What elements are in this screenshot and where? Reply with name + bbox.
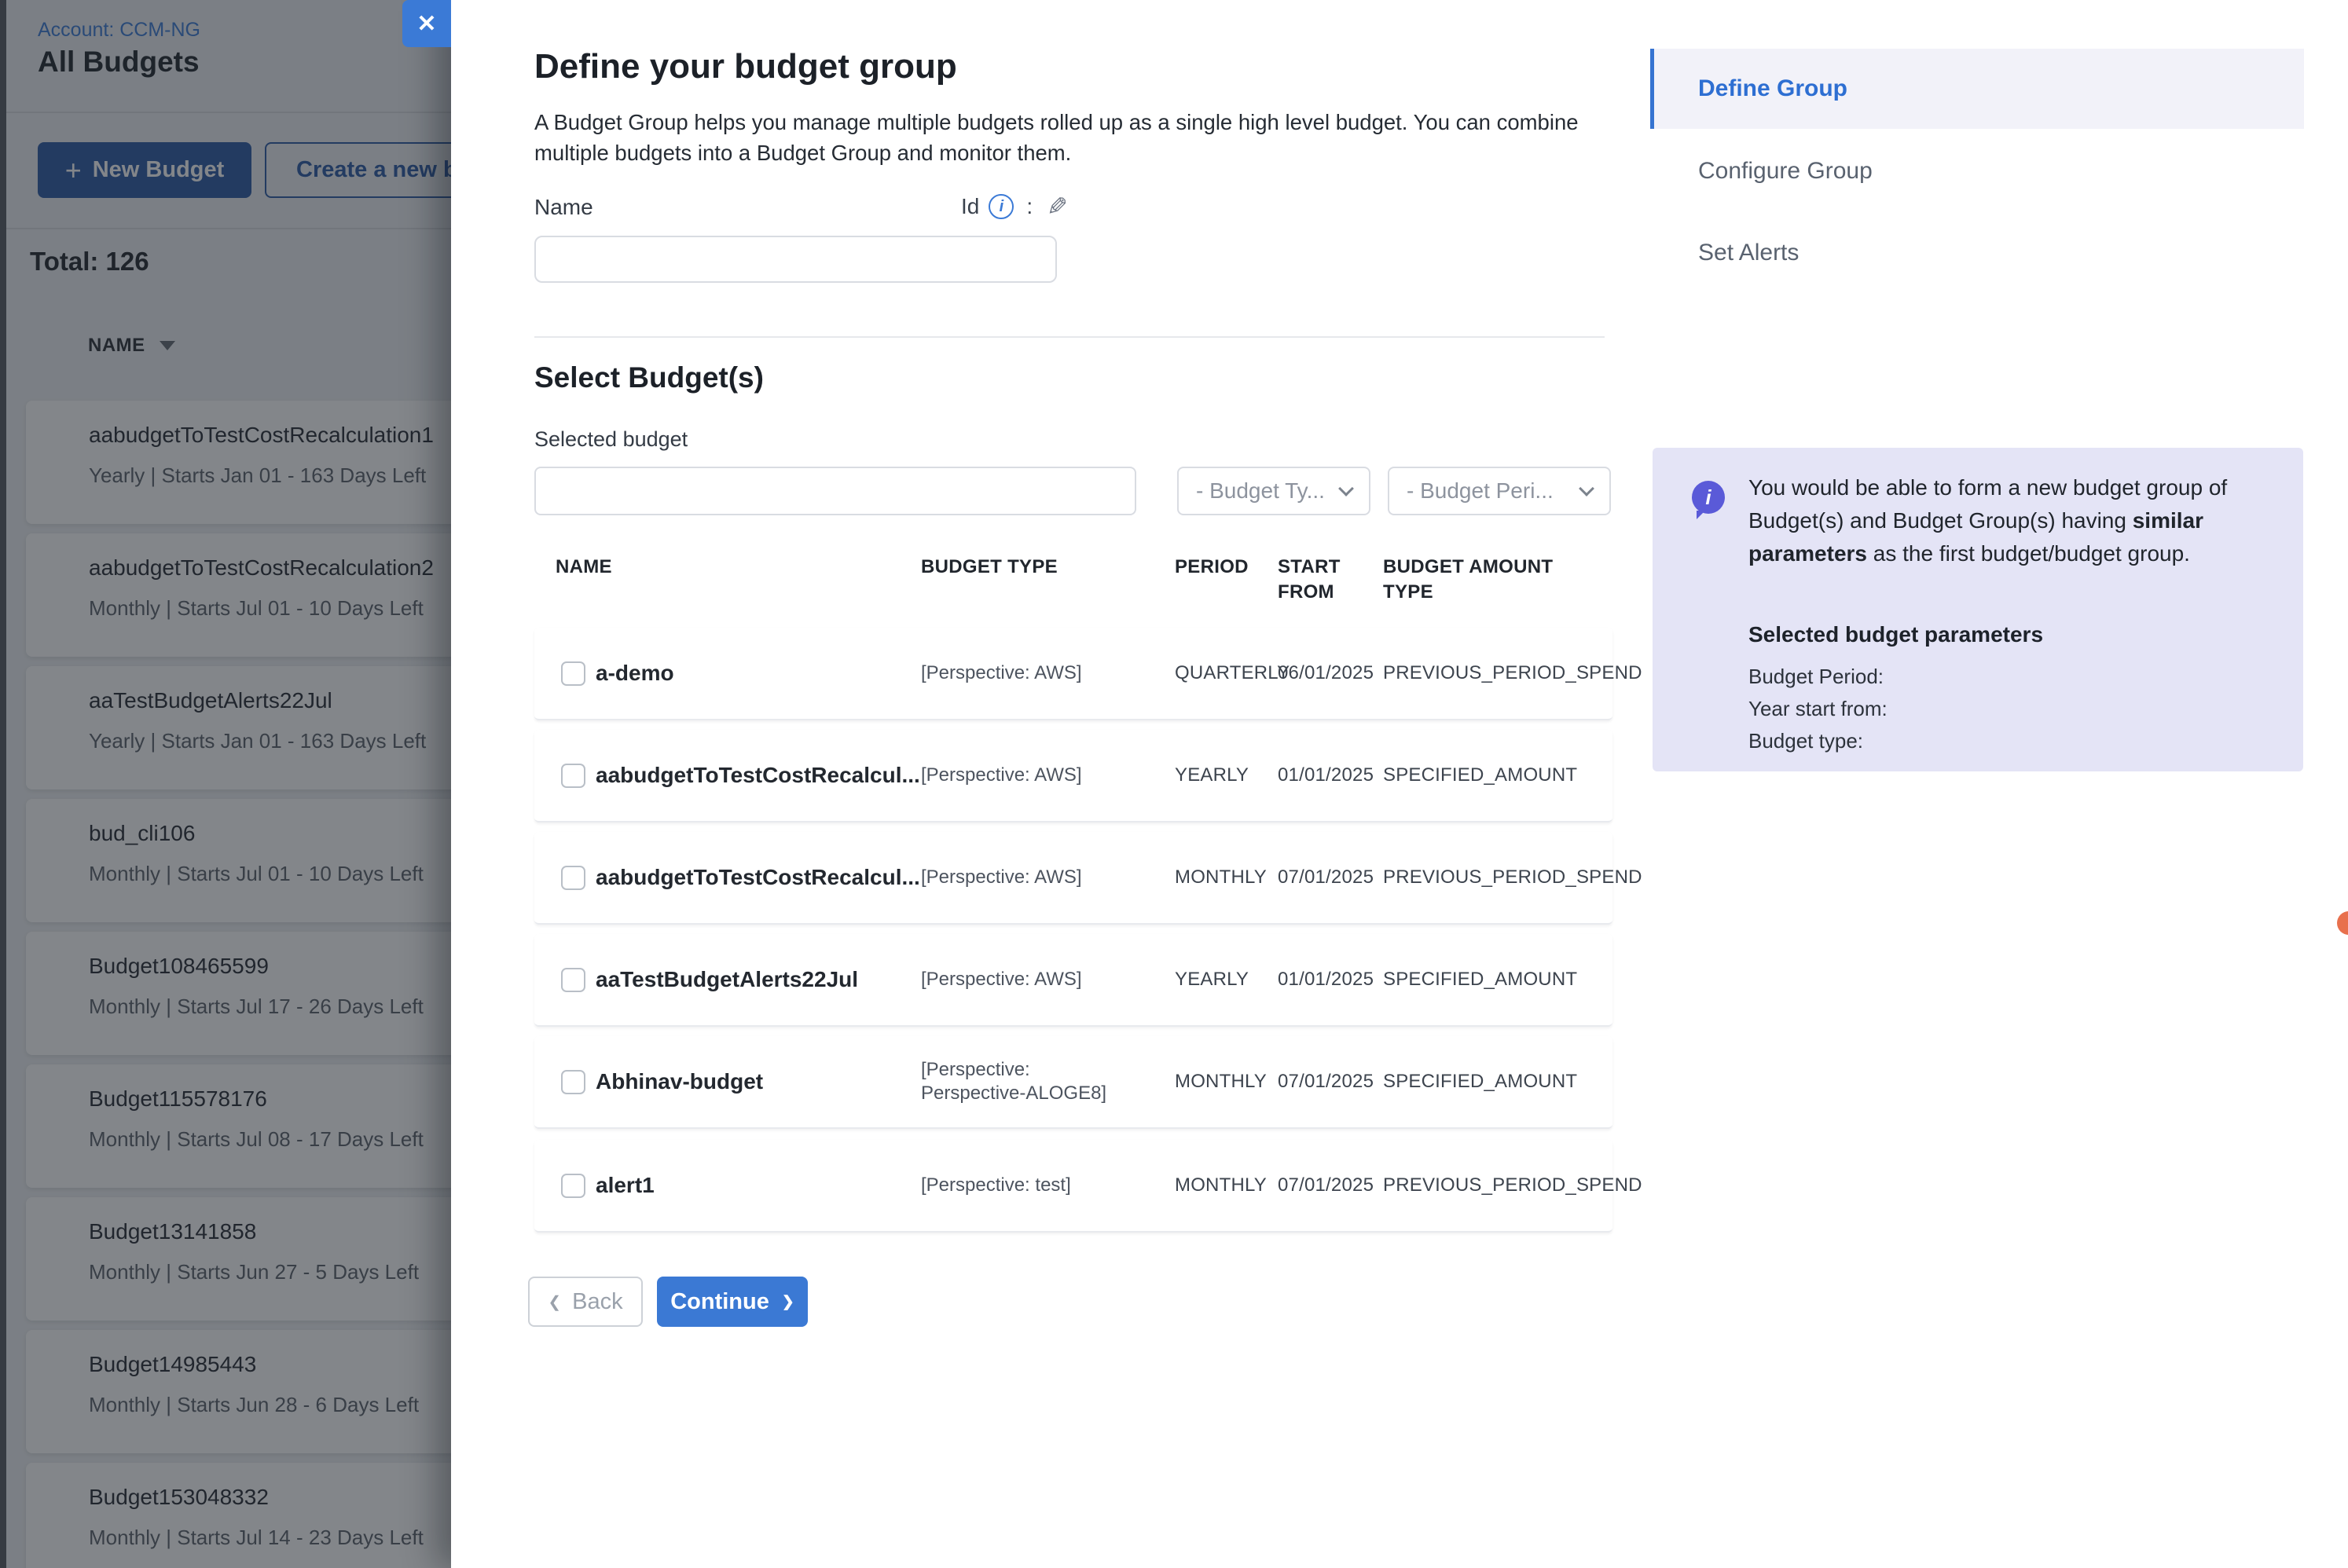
row-start: 06/01/2025 [1278, 628, 1374, 719]
param-year-start: Year start from: [1748, 697, 1888, 721]
budget-period-select[interactable]: - Budget Peri... [1388, 467, 1611, 515]
row-amount: PREVIOUS_PERIOD_SPEND [1383, 832, 1642, 923]
row-amount: PREVIOUS_PERIOD_SPEND [1383, 628, 1642, 719]
step-label: Configure Group [1698, 158, 1873, 185]
budget-type-select[interactable]: - Budget Ty... [1177, 467, 1370, 515]
row-type: [Perspective: AWS] [921, 730, 1110, 821]
row-period: QUARTERLY [1175, 628, 1290, 719]
row-name: aabudgetToTestCostRecalcul... [596, 730, 920, 821]
budget-type-select-value: - Budget Ty... [1196, 478, 1325, 504]
info-text-part2: as the first budget/budget group. [1867, 541, 2190, 566]
row-checkbox[interactable] [561, 661, 585, 686]
step-set-alerts[interactable]: Set Alerts [1698, 237, 1799, 269]
modal-title: Define your budget group [534, 47, 957, 86]
step-configure-group[interactable]: Configure Group [1698, 156, 1873, 187]
row-start: 07/01/2025 [1278, 832, 1374, 923]
info-icon-glyph: i [1705, 485, 1711, 510]
row-start: 07/01/2025 [1278, 1140, 1374, 1231]
back-button[interactable]: ❮ Back [528, 1277, 643, 1327]
table-row[interactable]: aabudgetToTestCostRecalcul... [Perspecti… [534, 832, 1612, 925]
param-budget-period: Budget Period: [1748, 665, 1884, 689]
id-info-icon[interactable]: i [989, 194, 1014, 219]
close-button[interactable]: ✕ [402, 0, 451, 47]
col-header-start: START FROM [1278, 555, 1372, 605]
row-amount: SPECIFIED_AMOUNT [1383, 730, 1577, 821]
id-label: Id [961, 194, 979, 219]
table-row[interactable]: a-demo [Perspective: AWS] QUARTERLY 06/0… [534, 628, 1612, 720]
chevron-down-icon [1338, 481, 1354, 496]
info-subtitle: Selected budget parameters [1748, 622, 2043, 647]
edit-id-icon[interactable]: ✎ [1047, 192, 1068, 222]
row-name: Abhinav-budget [596, 1036, 763, 1127]
row-name: alert1 [596, 1140, 655, 1231]
row-amount: PREVIOUS_PERIOD_SPEND [1383, 1140, 1642, 1231]
row-period: MONTHLY [1175, 832, 1267, 923]
select-budgets-title: Select Budget(s) [534, 361, 764, 394]
row-checkbox[interactable] [561, 1070, 585, 1094]
continue-label: Continue [670, 1289, 769, 1315]
row-start: 01/01/2025 [1278, 934, 1374, 1025]
row-type: [Perspective: AWS] [921, 934, 1110, 1025]
name-label: Name [534, 195, 593, 220]
step-label: Set Alerts [1698, 240, 1799, 266]
row-checkbox[interactable] [561, 968, 585, 992]
row-period: YEARLY [1175, 934, 1249, 1025]
id-colon: : [1026, 194, 1033, 219]
chevron-down-icon [1579, 481, 1594, 496]
row-start: 01/01/2025 [1278, 730, 1374, 821]
col-header-name: NAME [556, 555, 612, 580]
budget-search-input[interactable] [534, 467, 1136, 515]
col-header-type: BUDGET TYPE [921, 555, 1058, 580]
info-panel: i You would be able to form a new budget… [1653, 448, 2303, 771]
table-row[interactable]: alert1 [Perspective: test] MONTHLY 07/01… [534, 1140, 1612, 1233]
row-amount: SPECIFIED_AMOUNT [1383, 1036, 1577, 1127]
row-type: [Perspective: Perspective-ALOGE8] [921, 1036, 1110, 1127]
id-group: Id i : ✎ [961, 192, 1068, 222]
col-header-amount: BUDGET AMOUNT TYPE [1383, 555, 1579, 605]
row-checkbox[interactable] [561, 866, 585, 890]
screen: Account: CCM-NG All Budgets + New Budget… [0, 0, 2348, 1568]
row-type: [Perspective: AWS] [921, 832, 1110, 923]
row-period: MONTHLY [1175, 1036, 1267, 1127]
table-row[interactable]: aaTestBudgetAlerts22Jul [Perspective: AW… [534, 934, 1612, 1027]
chevron-left-icon: ❮ [548, 1292, 561, 1312]
row-name: a-demo [596, 628, 674, 719]
row-name: aaTestBudgetAlerts22Jul [596, 934, 858, 1025]
row-type: [Perspective: test] [921, 1140, 1110, 1231]
row-amount: SPECIFIED_AMOUNT [1383, 934, 1577, 1025]
row-period: YEARLY [1175, 730, 1249, 821]
col-header-period: PERIOD [1175, 555, 1249, 580]
table-row[interactable]: aabudgetToTestCostRecalcul... [Perspecti… [534, 730, 1612, 822]
step-define-group[interactable]: Define Group [1650, 49, 2304, 129]
row-period: MONTHLY [1175, 1140, 1267, 1231]
info-text: You would be able to form a new budget g… [1748, 471, 2275, 570]
table-row[interactable]: Abhinav-budget [Perspective: Perspective… [534, 1036, 1612, 1129]
modal-description: A Budget Group helps you manage multiple… [534, 107, 1611, 168]
budget-period-select-value: - Budget Peri... [1407, 478, 1554, 504]
group-name-input[interactable] [534, 236, 1057, 283]
step-label: Define Group [1698, 75, 1847, 102]
row-start: 07/01/2025 [1278, 1036, 1374, 1127]
modal-backdrop[interactable] [0, 0, 451, 1568]
param-budget-type: Budget type: [1748, 729, 1863, 753]
chevron-right-icon: ❯ [782, 1293, 794, 1311]
close-icon: ✕ [416, 10, 436, 38]
continue-button[interactable]: Continue ❯ [657, 1277, 808, 1327]
info-icon: i [1692, 481, 1725, 514]
back-label: Back [572, 1289, 622, 1315]
budget-group-modal: Define your budget group A Budget Group … [451, 0, 2348, 1568]
row-checkbox[interactable] [561, 1174, 585, 1198]
selected-budget-label: Selected budget [534, 427, 688, 452]
row-checkbox[interactable] [561, 764, 585, 788]
row-type: [Perspective: AWS] [921, 628, 1110, 719]
row-name: aabudgetToTestCostRecalcul... [596, 832, 920, 923]
section-divider [534, 336, 1605, 338]
window-edge [0, 0, 6, 1568]
